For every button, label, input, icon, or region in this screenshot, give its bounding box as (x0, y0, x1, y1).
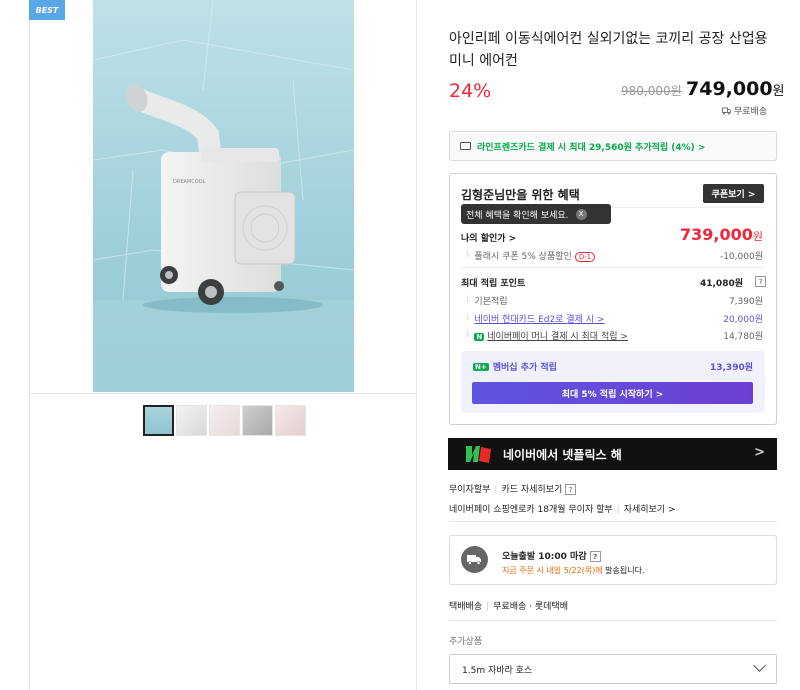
naver-plus-icon: N+ (473, 362, 489, 371)
points-label: 최대 적립 포인트 (461, 279, 526, 289)
tree-branch-icon: └ (465, 332, 471, 342)
tree-branch-icon: └ (465, 252, 471, 262)
product-title: 아인리페 이동식에어컨 실외기없는 코끼리 공장 산업용 미니 에어컨 (449, 31, 768, 69)
naver-netflix-logo-icon (466, 446, 491, 463)
thumbnail-4[interactable] (242, 405, 273, 436)
card-details-link[interactable]: 카드 자세히보기 (501, 485, 562, 495)
start-membership-button[interactable]: 최대 5% 적립 시작하기 > (472, 382, 753, 404)
points-row-basic: └ 기본적립 (465, 294, 508, 307)
delivery-truck-icon (461, 546, 488, 573)
npay-details-link[interactable]: 자세히보기 > (624, 505, 676, 515)
thumbnail-strip (143, 405, 306, 436)
sale-price-unit: 원 (772, 84, 785, 99)
membership-label: N+ 멤버십 추가 적립 (473, 360, 557, 373)
points-row-npay[interactable]: └ N 네이버페이 머니 결제 시 최대 적립 > (465, 329, 628, 342)
sale-price: 749,000원 (686, 78, 785, 100)
coupon-view-button[interactable]: 쿠폰보기 > (703, 184, 764, 203)
tooltip-text: 전체 혜택을 확인해 보세요. (466, 210, 569, 221)
points-row-card-value: 20,000원 (723, 315, 763, 325)
sale-price-value: 749,000 (686, 78, 773, 100)
shipping-method: 택배배송 (449, 602, 483, 612)
netflix-banner[interactable]: 네이버에서 넷플릭스 해 > (448, 438, 777, 470)
points-value: 41,080원 (683, 276, 743, 289)
delivery-panel (449, 535, 777, 585)
addon-selected-value: 1.5m 자바라 호스 (462, 665, 533, 676)
truck-icon (467, 555, 481, 565)
delivery-subtitle: 지금 주문 시 내일 5/22(목)에 발송됩니다. (502, 565, 645, 576)
thumbnail-1[interactable] (143, 405, 174, 436)
delivery-subtitle-rest: 발송됩니다. (602, 566, 645, 575)
delivery-help-icon[interactable]: ? (589, 551, 601, 562)
benefits-divider-2 (461, 267, 765, 268)
card-promo-banner[interactable]: 라인프렌즈카드 결제 시 최대 29,560원 추가적립 (4%) > (449, 131, 777, 161)
close-icon[interactable]: X (575, 208, 587, 220)
installment-label: 무이자할부 (449, 485, 491, 495)
coupon-row-value: -10,000원 (719, 252, 763, 262)
gallery-divider (29, 393, 417, 394)
installment-row-2: 네이버페이 쇼핑엔로카 18개월 무이자 할부 | 자세히보기 > (449, 505, 676, 515)
truck-icon (722, 107, 731, 114)
free-shipping: 무료배송 (722, 104, 767, 117)
section-divider (449, 521, 777, 522)
shipping-carrier: 무료배송 · 롯데택배 (493, 602, 568, 612)
coupon-row-label: 플래시 쿠폰 5% 상품할인 (474, 252, 572, 262)
original-price: 980,000원 (621, 84, 682, 98)
main-product-image[interactable]: DREAMCOOL (93, 0, 354, 392)
points-row-npay-label[interactable]: 네이버페이 머니 결제 시 최대 적립 > (487, 332, 628, 342)
coupon-row: └ 플래시 쿠폰 5% 상품할인 D-1 (465, 249, 596, 262)
points-row-card-label[interactable]: 네이버 현대카드 Ed2로 결제 시 > (474, 315, 604, 325)
npay-installment-label: 네이버페이 쇼핑엔로카 18개월 무이자 할부 (449, 505, 613, 515)
d-day-badge: D-1 (574, 252, 596, 262)
npay-icon: N (474, 333, 485, 341)
my-price-unit: 원 (752, 230, 763, 243)
delivery-title-text: 오늘출발 10:00 마감 (502, 552, 587, 562)
chevron-right-icon: > (754, 445, 765, 460)
chevron-down-icon (753, 659, 766, 672)
tree-branch-icon: └ (465, 315, 471, 325)
points-help-icon[interactable]: ? (755, 276, 766, 287)
card-promo-text: 라인프렌즈카드 결제 시 최대 29,560원 추가적립 (4%) > (477, 142, 706, 153)
installment-help-icon[interactable]: ? (565, 484, 577, 495)
points-row-card[interactable]: └ 네이버 현대카드 Ed2로 결제 시 > (465, 312, 604, 325)
shipping-info: 택배배송 | 무료배송 · 롯데택배 (449, 602, 568, 612)
brand-label: DREAMCOOL (173, 179, 206, 185)
thumbnail-2[interactable] (176, 405, 207, 436)
section-divider-2 (449, 620, 777, 621)
points-row-npay-value: 14,780원 (723, 332, 763, 342)
points-row-basic-label: 기본적립 (474, 297, 508, 307)
netflix-banner-text: 네이버에서 넷플릭스 해 (503, 447, 622, 462)
credit-card-icon (460, 142, 471, 150)
my-price: 739,000원 (680, 225, 763, 244)
my-price-link[interactable]: 나의 할인가 > (461, 231, 516, 244)
delivery-title: 오늘출발 10:00 마감? (502, 549, 601, 562)
thumbnail-5[interactable] (275, 405, 306, 436)
tree-branch-icon: └ (465, 297, 471, 307)
best-badge: BEST (29, 0, 65, 20)
points-row-basic-value: 7,390원 (728, 297, 763, 307)
thumbnail-3[interactable] (209, 405, 240, 436)
benefits-tooltip: 전체 혜택을 확인해 보세요. X (461, 204, 611, 224)
installment-row-1: 무이자할부 | 카드 자세히보기? (449, 482, 577, 495)
points-amount: 41,080원 (699, 279, 743, 289)
membership-label-text: 멤버십 추가 적립 (492, 363, 557, 373)
air-conditioner-illustration: DREAMCOOL (93, 0, 354, 392)
free-shipping-label: 무료배송 (734, 107, 768, 117)
membership-value: 13,390원 (709, 363, 753, 373)
addon-select[interactable]: 1.5m 자바라 호스 (449, 654, 777, 684)
addon-label: 추가상품 (449, 637, 483, 647)
delivery-date-highlight: 지금 주문 시 내일 5/22(목)에 (502, 566, 603, 575)
benefits-title: 김형준님만을 위한 혜택 (461, 188, 580, 202)
discount-rate: 24% (449, 80, 492, 102)
my-price-value: 739,000 (680, 225, 753, 244)
